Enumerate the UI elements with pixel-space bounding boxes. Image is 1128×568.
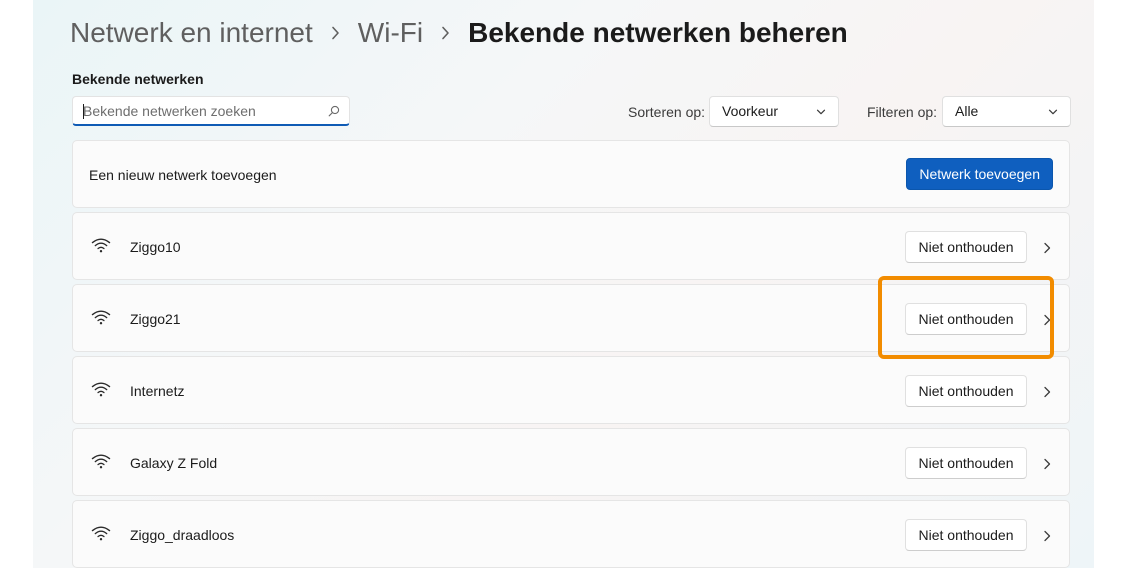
network-row[interactable]: Ziggo21 Niet onthouden — [72, 284, 1070, 352]
chevron-right-icon[interactable] — [1042, 457, 1052, 470]
forget-network-button[interactable]: Niet onthouden — [905, 519, 1027, 551]
chevron-right-icon[interactable] — [1042, 385, 1052, 398]
network-row[interactable]: Galaxy Z Fold Niet onthouden — [72, 428, 1070, 496]
network-name: Ziggo10 — [130, 239, 181, 255]
settings-window: Netwerk en internet Wi-Fi Bekende netwer… — [33, 0, 1094, 568]
wifi-icon — [91, 453, 111, 469]
forget-network-button[interactable]: Niet onthouden — [905, 447, 1027, 479]
forget-network-button[interactable]: Niet onthouden — [905, 231, 1027, 263]
chevron-down-icon — [816, 109, 826, 115]
breadcrumb: Netwerk en internet Wi-Fi Bekende netwer… — [70, 14, 848, 52]
page-title: Bekende netwerken beheren — [468, 17, 848, 48]
chevron-right-icon[interactable] — [1042, 241, 1052, 254]
filter-dropdown-value: Alle — [955, 103, 979, 119]
wifi-icon — [91, 309, 111, 325]
section-label-known-networks: Bekende netwerken — [72, 71, 204, 87]
sort-label: Sorteren op: — [628, 104, 706, 120]
forget-network-button[interactable]: Niet onthouden — [905, 375, 1027, 407]
wifi-icon — [91, 381, 111, 397]
text-caret — [83, 104, 84, 119]
add-network-text: Een nieuw netwerk toevoegen — [89, 167, 277, 183]
network-name: Ziggo_draadloos — [130, 527, 235, 543]
network-row[interactable]: Ziggo10 Niet onthouden — [72, 212, 1070, 280]
add-network-button[interactable]: Netwerk toevoegen — [906, 158, 1053, 190]
filter-dropdown[interactable]: Alle — [942, 96, 1071, 127]
chevron-down-icon — [1048, 109, 1058, 115]
network-name: Ziggo21 — [130, 311, 181, 327]
wifi-icon — [91, 525, 111, 541]
chevron-right-icon[interactable] — [1042, 313, 1052, 326]
filter-label: Filteren op: — [867, 104, 938, 120]
add-network-card: Een nieuw netwerk toevoegen Netwerk toev… — [72, 140, 1070, 208]
chevron-right-icon[interactable] — [1042, 529, 1052, 542]
breadcrumb-network-internet[interactable]: Netwerk en internet — [70, 17, 313, 49]
network-row[interactable]: Internetz Niet onthouden — [72, 356, 1070, 424]
breadcrumb-wifi[interactable]: Wi-Fi — [358, 17, 423, 49]
forget-network-button[interactable]: Niet onthouden — [905, 303, 1027, 335]
search-input[interactable] — [83, 97, 313, 125]
wifi-icon — [91, 237, 111, 253]
chevron-right-icon — [441, 26, 450, 40]
network-row[interactable]: Ziggo_draadloos Niet onthouden — [72, 500, 1070, 568]
search-icon — [328, 105, 340, 117]
sort-dropdown[interactable]: Voorkeur — [709, 96, 839, 127]
search-box[interactable] — [72, 96, 350, 126]
sort-dropdown-value: Voorkeur — [722, 103, 779, 119]
chevron-right-icon — [331, 26, 340, 40]
network-name: Galaxy Z Fold — [130, 455, 218, 471]
network-name: Internetz — [130, 383, 185, 399]
